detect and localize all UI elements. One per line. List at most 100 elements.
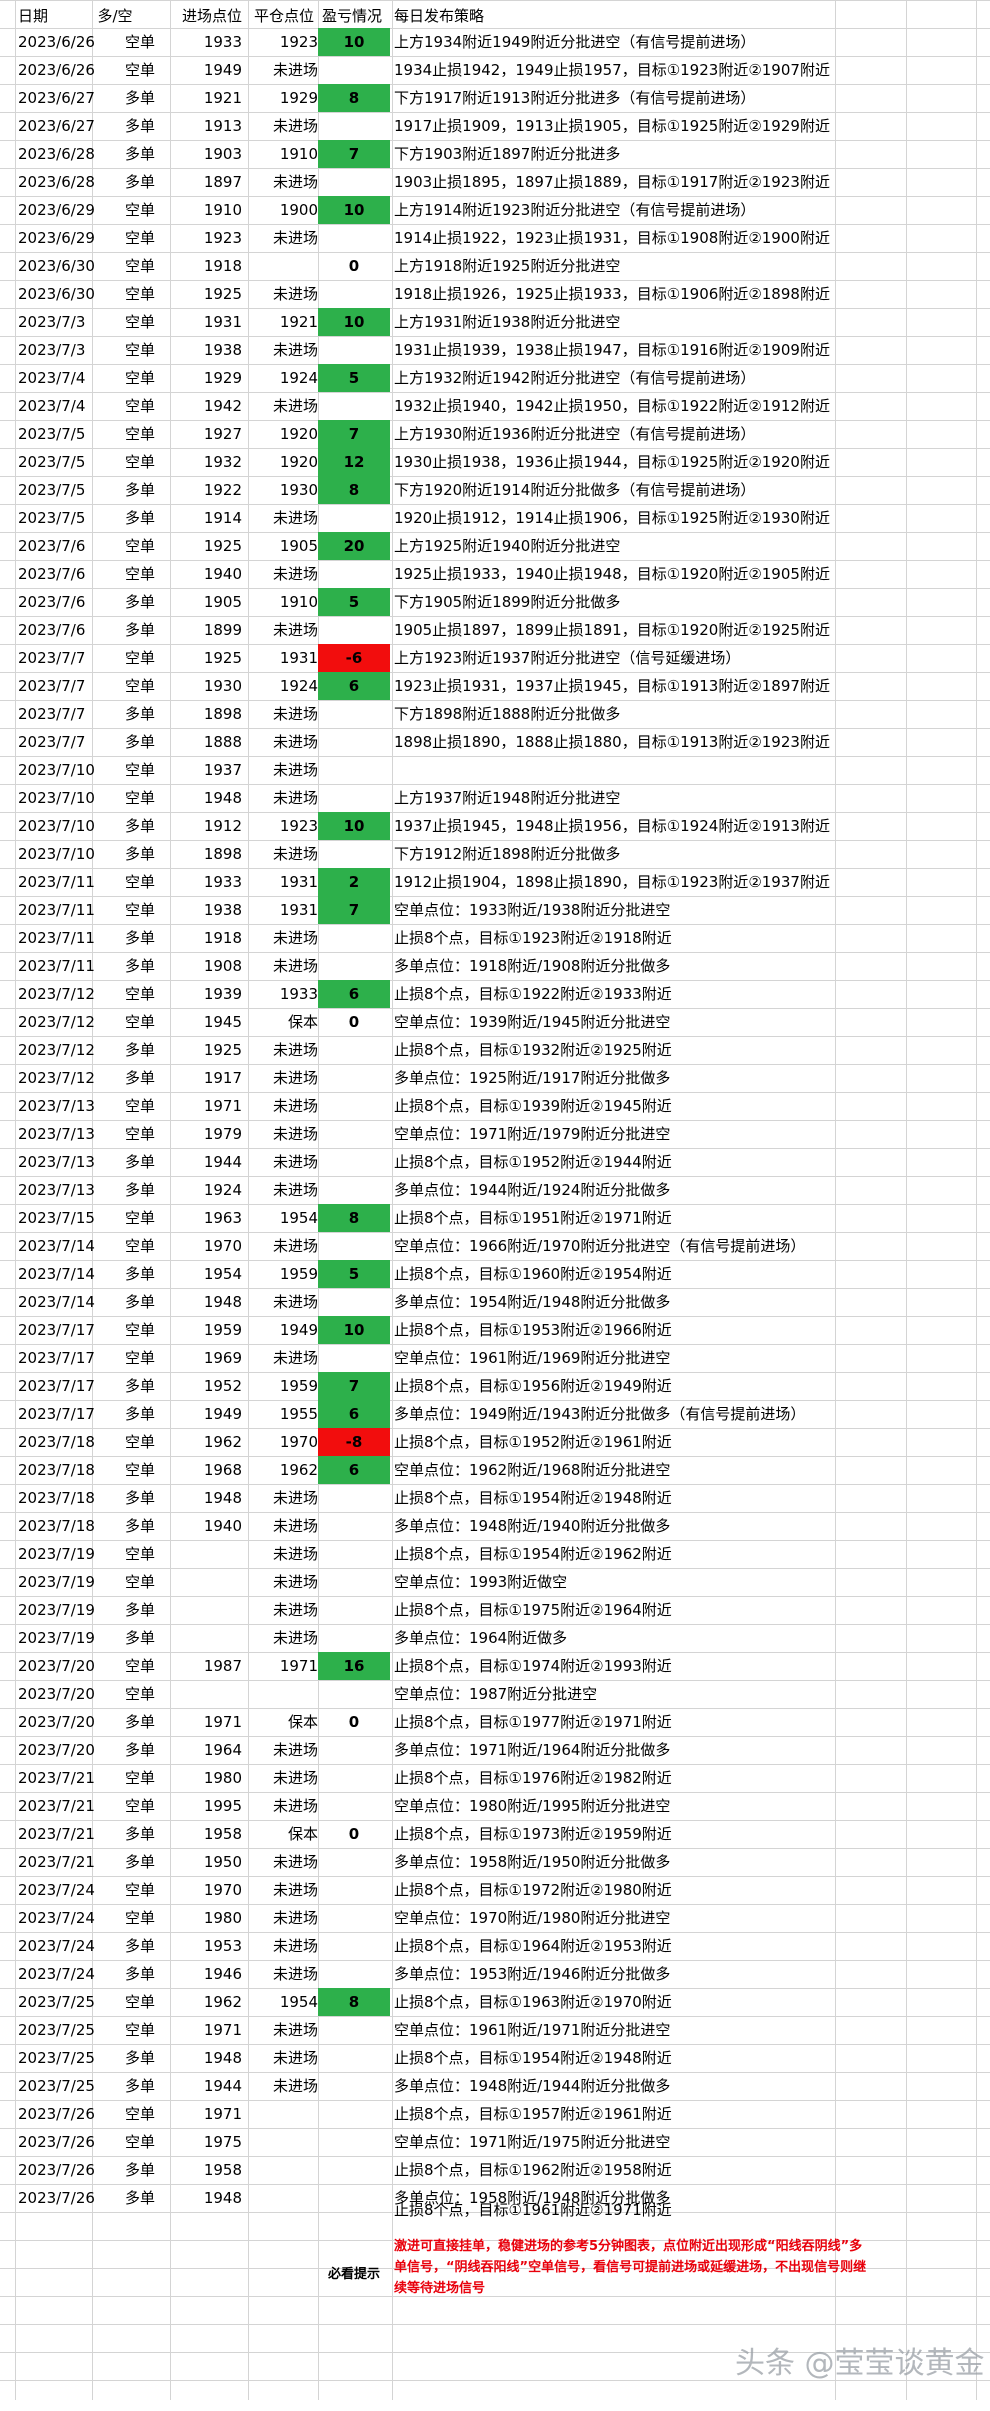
- row-date: 2023/7/11: [18, 901, 95, 919]
- row-exit: [250, 252, 318, 280]
- row-date: 2023/7/19: [18, 1545, 95, 1563]
- row-date: 2023/7/14: [18, 1237, 95, 1255]
- row-entry: 1899: [203, 621, 242, 639]
- row-strategy: 止损8个点，目标①1952附近②1944附近: [394, 1153, 672, 1171]
- row-strategy: 上方1937附近1948附近分批进空: [394, 789, 621, 807]
- row-entry: 1922: [203, 481, 242, 499]
- row-exit: [250, 2184, 318, 2212]
- row-exit: 未进场: [272, 1489, 318, 1507]
- row-strategy: 上方1930附近1936附近分批进空（有信号提前进场）: [394, 425, 756, 443]
- row-date: 2023/7/14: [18, 1265, 95, 1283]
- row-exit: 1954: [279, 1209, 318, 1227]
- row-pnl: [318, 2072, 390, 2100]
- row-date: 2023/6/26: [18, 33, 95, 51]
- row-pnl: [318, 2128, 390, 2156]
- row-date: 2023/7/11: [18, 873, 95, 891]
- row-pnl: -8: [318, 1428, 390, 1456]
- row-exit: 1931: [279, 649, 318, 667]
- row-strategy: 止损8个点，目标①1954附近②1948附近: [394, 1489, 672, 1507]
- row-entry: 1975: [203, 2133, 242, 2151]
- row-entry: 1959: [203, 1321, 242, 1339]
- strategy-line-last: 止损8个点，目标①1961附近②1971附近: [394, 2201, 672, 2219]
- row-date: 2023/6/28: [18, 173, 95, 191]
- row-entry: 1939: [203, 985, 242, 1003]
- row-strategy: 多单点位：1948附近/1944附近分批做多: [394, 2077, 671, 2095]
- row-date: 2023/7/13: [18, 1181, 95, 1199]
- row-date: 2023/7/4: [18, 369, 86, 387]
- row-date: 2023/7/13: [18, 1125, 95, 1143]
- row-exit: 1920: [279, 453, 318, 471]
- row-strategy: 多单点位：1953附近/1946附近分批做多: [394, 1965, 671, 1983]
- row-strategy: 上方1923附近1937附近分批进空（信号延缓进场）: [394, 649, 741, 667]
- row-exit: 未进场: [272, 1293, 318, 1311]
- row-exit: 保本: [287, 1013, 318, 1031]
- row-entry: 1948: [203, 1293, 242, 1311]
- row-strategy: 空单点位：1971附近/1979附近分批进空: [394, 1125, 671, 1143]
- row-exit: 未进场: [272, 1069, 318, 1087]
- row-date: 2023/7/7: [18, 733, 86, 751]
- row-pnl: [318, 504, 390, 532]
- row-pnl: [318, 784, 390, 812]
- row-exit: 1933: [279, 985, 318, 1003]
- row-pnl: [318, 840, 390, 868]
- row-strategy: 1930止损1938，1936止损1944，目标①1925附近②1920附近: [394, 453, 830, 471]
- row-date: 2023/7/21: [18, 1769, 95, 1787]
- row-entry: [172, 1540, 242, 1568]
- row-entry: [172, 1624, 242, 1652]
- row-strategy: 空单点位：1980附近/1995附近分批进空: [394, 1797, 671, 1815]
- row-pnl: [318, 1624, 390, 1652]
- row-strategy: 多单点位：1925附近/1917附近分批做多: [394, 1069, 671, 1087]
- row-strategy: 多单点位：1918附近/1908附近分批做多: [394, 957, 671, 975]
- row-date: 2023/7/21: [18, 1825, 95, 1843]
- row-pnl: [318, 168, 390, 196]
- row-strategy: 上方1918附近1925附近分批进空: [394, 257, 621, 275]
- row-strategy: 止损8个点，目标①1932附近②1925附近: [394, 1041, 672, 1059]
- row-entry: 1931: [203, 313, 242, 331]
- row-exit: 未进场: [272, 1545, 318, 1563]
- row-pnl: 6: [318, 1456, 390, 1484]
- row-pnl: [318, 952, 390, 980]
- row-pnl: [318, 56, 390, 84]
- row-exit: 未进场: [272, 1937, 318, 1955]
- row-entry: 1913: [203, 117, 242, 135]
- row-exit: 未进场: [272, 2049, 318, 2067]
- row-pnl: 6: [318, 980, 390, 1008]
- row-entry: [172, 1680, 242, 1708]
- row-entry: 1949: [203, 61, 242, 79]
- row-exit: 1900: [279, 201, 318, 219]
- row-pnl: [318, 1512, 390, 1540]
- row-strategy: 多单点位：1949附近/1943附近分批做多（有信号提前进场）: [394, 1405, 806, 1423]
- row-strategy: 上方1914附近1923附近分批进空（有信号提前进场）: [394, 201, 756, 219]
- row-date: 2023/7/3: [18, 341, 86, 359]
- row-exit: 未进场: [272, 1517, 318, 1535]
- row-exit: 1923: [279, 33, 318, 51]
- row-date: 2023/7/18: [18, 1461, 95, 1479]
- row-entry: 1963: [203, 1209, 242, 1227]
- row-entry: 1938: [203, 901, 242, 919]
- row-pnl: [318, 392, 390, 420]
- row-pnl: 7: [318, 420, 390, 448]
- row-date: 2023/7/12: [18, 1069, 95, 1087]
- row-strategy: 空单点位：1962附近/1968附近分批进空: [394, 1461, 671, 1479]
- row-strategy: 1903止损1895，1897止损1889，目标①1917附近②1923附近: [394, 173, 830, 191]
- row-pnl: 10: [318, 1316, 390, 1344]
- row-strategy: 上方1934附近1949附近分批进空（有信号提前进场）: [394, 33, 756, 51]
- row-date: 2023/7/5: [18, 425, 86, 443]
- row-exit: 1929: [279, 89, 318, 107]
- row-entry: 1948: [203, 789, 242, 807]
- row-entry: 1908: [203, 957, 242, 975]
- row-strategy: 1932止损1940，1942止损1950，目标①1922附近②1912附近: [394, 397, 830, 415]
- row-exit: 1949: [279, 1321, 318, 1339]
- row-date: 2023/7/7: [18, 677, 86, 695]
- header-exit: 平仓点位: [254, 7, 315, 25]
- row-strategy: 止损8个点，目标①1960附近②1954附近: [394, 1265, 672, 1283]
- row-date: 2023/6/29: [18, 229, 95, 247]
- row-date: 2023/7/24: [18, 1881, 95, 1899]
- row-date: 2023/7/20: [18, 1741, 95, 1759]
- row-exit: 1924: [279, 677, 318, 695]
- row-strategy: 止损8个点，目标①1956附近②1949附近: [394, 1377, 672, 1395]
- row-pnl: 16: [318, 1652, 390, 1680]
- row-date: 2023/6/26: [18, 61, 95, 79]
- row-date: 2023/7/19: [18, 1573, 95, 1591]
- row-entry: 1971: [203, 2105, 242, 2123]
